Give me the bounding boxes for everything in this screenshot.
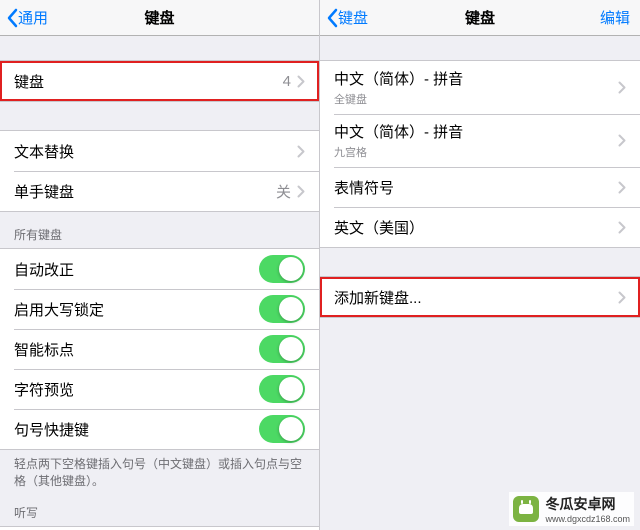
- chevron-right-icon: [618, 291, 626, 304]
- left-navbar: 通用 键盘: [0, 0, 319, 36]
- footnote-period: 轻点两下空格键插入句号（中文键盘）或插入句点与空格（其他键盘）。: [0, 450, 319, 490]
- android-icon: [513, 496, 539, 522]
- row-label: 字符预览: [14, 379, 259, 400]
- row-label: 添加新键盘...: [334, 287, 618, 308]
- row-char-preview[interactable]: 字符预览: [0, 369, 319, 409]
- keyboard-item-pinyin-9grid[interactable]: 中文（简体）- 拼音 九宫格: [320, 114, 640, 167]
- toggle-auto-correct[interactable]: [259, 255, 305, 283]
- back-label: 键盘: [338, 7, 368, 28]
- left-content: 键盘 4 文本替换 单手键盘 关 所有键盘: [0, 36, 319, 530]
- left-pane: 通用 键盘 键盘 4 文本替换 单手键盘 关: [0, 0, 320, 530]
- row-label: 句号快捷键: [14, 419, 259, 440]
- chevron-right-icon: [618, 221, 626, 234]
- row-label: 单手键盘: [14, 181, 276, 202]
- watermark-url: www.dgxcdz168.com: [545, 514, 630, 524]
- row-text-replacement[interactable]: 文本替换: [0, 131, 319, 171]
- row-sub: 全键盘: [334, 91, 618, 107]
- row-period-shortcut[interactable]: 句号快捷键: [0, 409, 319, 449]
- section-dictation: 听写: [0, 490, 319, 526]
- row-label: 中文（简体）- 拼音: [334, 121, 618, 142]
- row-sub: 九宫格: [334, 144, 618, 160]
- row-one-handed[interactable]: 单手键盘 关: [0, 171, 319, 211]
- row-label: 启用大写锁定: [14, 299, 259, 320]
- row-caps-lock[interactable]: 启用大写锁定: [0, 289, 319, 329]
- row-label: 键盘: [14, 71, 283, 92]
- row-label: 中文（简体）- 拼音: [334, 68, 618, 89]
- row-label: 智能标点: [14, 339, 259, 360]
- row-smart-punct[interactable]: 智能标点: [0, 329, 319, 369]
- right-navbar: 键盘 键盘 编辑: [320, 0, 640, 36]
- section-all-keyboards: 所有键盘: [0, 212, 319, 248]
- back-label: 通用: [18, 7, 48, 28]
- chevron-right-icon: [618, 134, 626, 147]
- row-label: 文本替换: [14, 141, 297, 162]
- chevron-right-icon: [297, 145, 305, 158]
- row-auto-correct[interactable]: 自动改正: [0, 249, 319, 289]
- row-detail: 关: [276, 181, 291, 202]
- row-detail: 4: [283, 73, 291, 90]
- toggle-period-shortcut[interactable]: [259, 415, 305, 443]
- toggle-caps-lock[interactable]: [259, 295, 305, 323]
- row-label: 表情符号: [334, 177, 618, 198]
- row-keyboards[interactable]: 键盘 4: [0, 61, 319, 101]
- row-label: 自动改正: [14, 259, 259, 280]
- back-button-general[interactable]: 通用: [0, 7, 48, 28]
- chevron-left-icon: [6, 8, 18, 28]
- back-button-keyboards[interactable]: 键盘: [320, 7, 368, 28]
- row-label: 英文（美国）: [334, 217, 618, 238]
- chevron-right-icon: [297, 75, 305, 88]
- toggle-char-preview[interactable]: [259, 375, 305, 403]
- chevron-left-icon: [326, 8, 338, 28]
- row-add-new-keyboard[interactable]: 添加新键盘...: [320, 277, 640, 317]
- edit-button[interactable]: 编辑: [600, 7, 630, 28]
- watermark: 冬瓜安卓网 www.dgxcdz168.com: [509, 492, 634, 526]
- right-pane: 键盘 键盘 编辑 中文（简体）- 拼音 全键盘 中文（简体）- 拼音 九宫格: [320, 0, 640, 530]
- keyboard-item-english-us[interactable]: 英文（美国）: [320, 207, 640, 247]
- row-enable-dictation[interactable]: 启用听写: [0, 527, 319, 530]
- chevron-right-icon: [618, 81, 626, 94]
- toggle-smart-punct[interactable]: [259, 335, 305, 363]
- keyboard-item-emoji[interactable]: 表情符号: [320, 167, 640, 207]
- keyboard-item-pinyin-full[interactable]: 中文（简体）- 拼音 全键盘: [320, 61, 640, 114]
- right-content: 中文（简体）- 拼音 全键盘 中文（简体）- 拼音 九宫格 表情符号: [320, 36, 640, 530]
- chevron-right-icon: [618, 181, 626, 194]
- chevron-right-icon: [297, 185, 305, 198]
- watermark-title: 冬瓜安卓网: [545, 496, 615, 512]
